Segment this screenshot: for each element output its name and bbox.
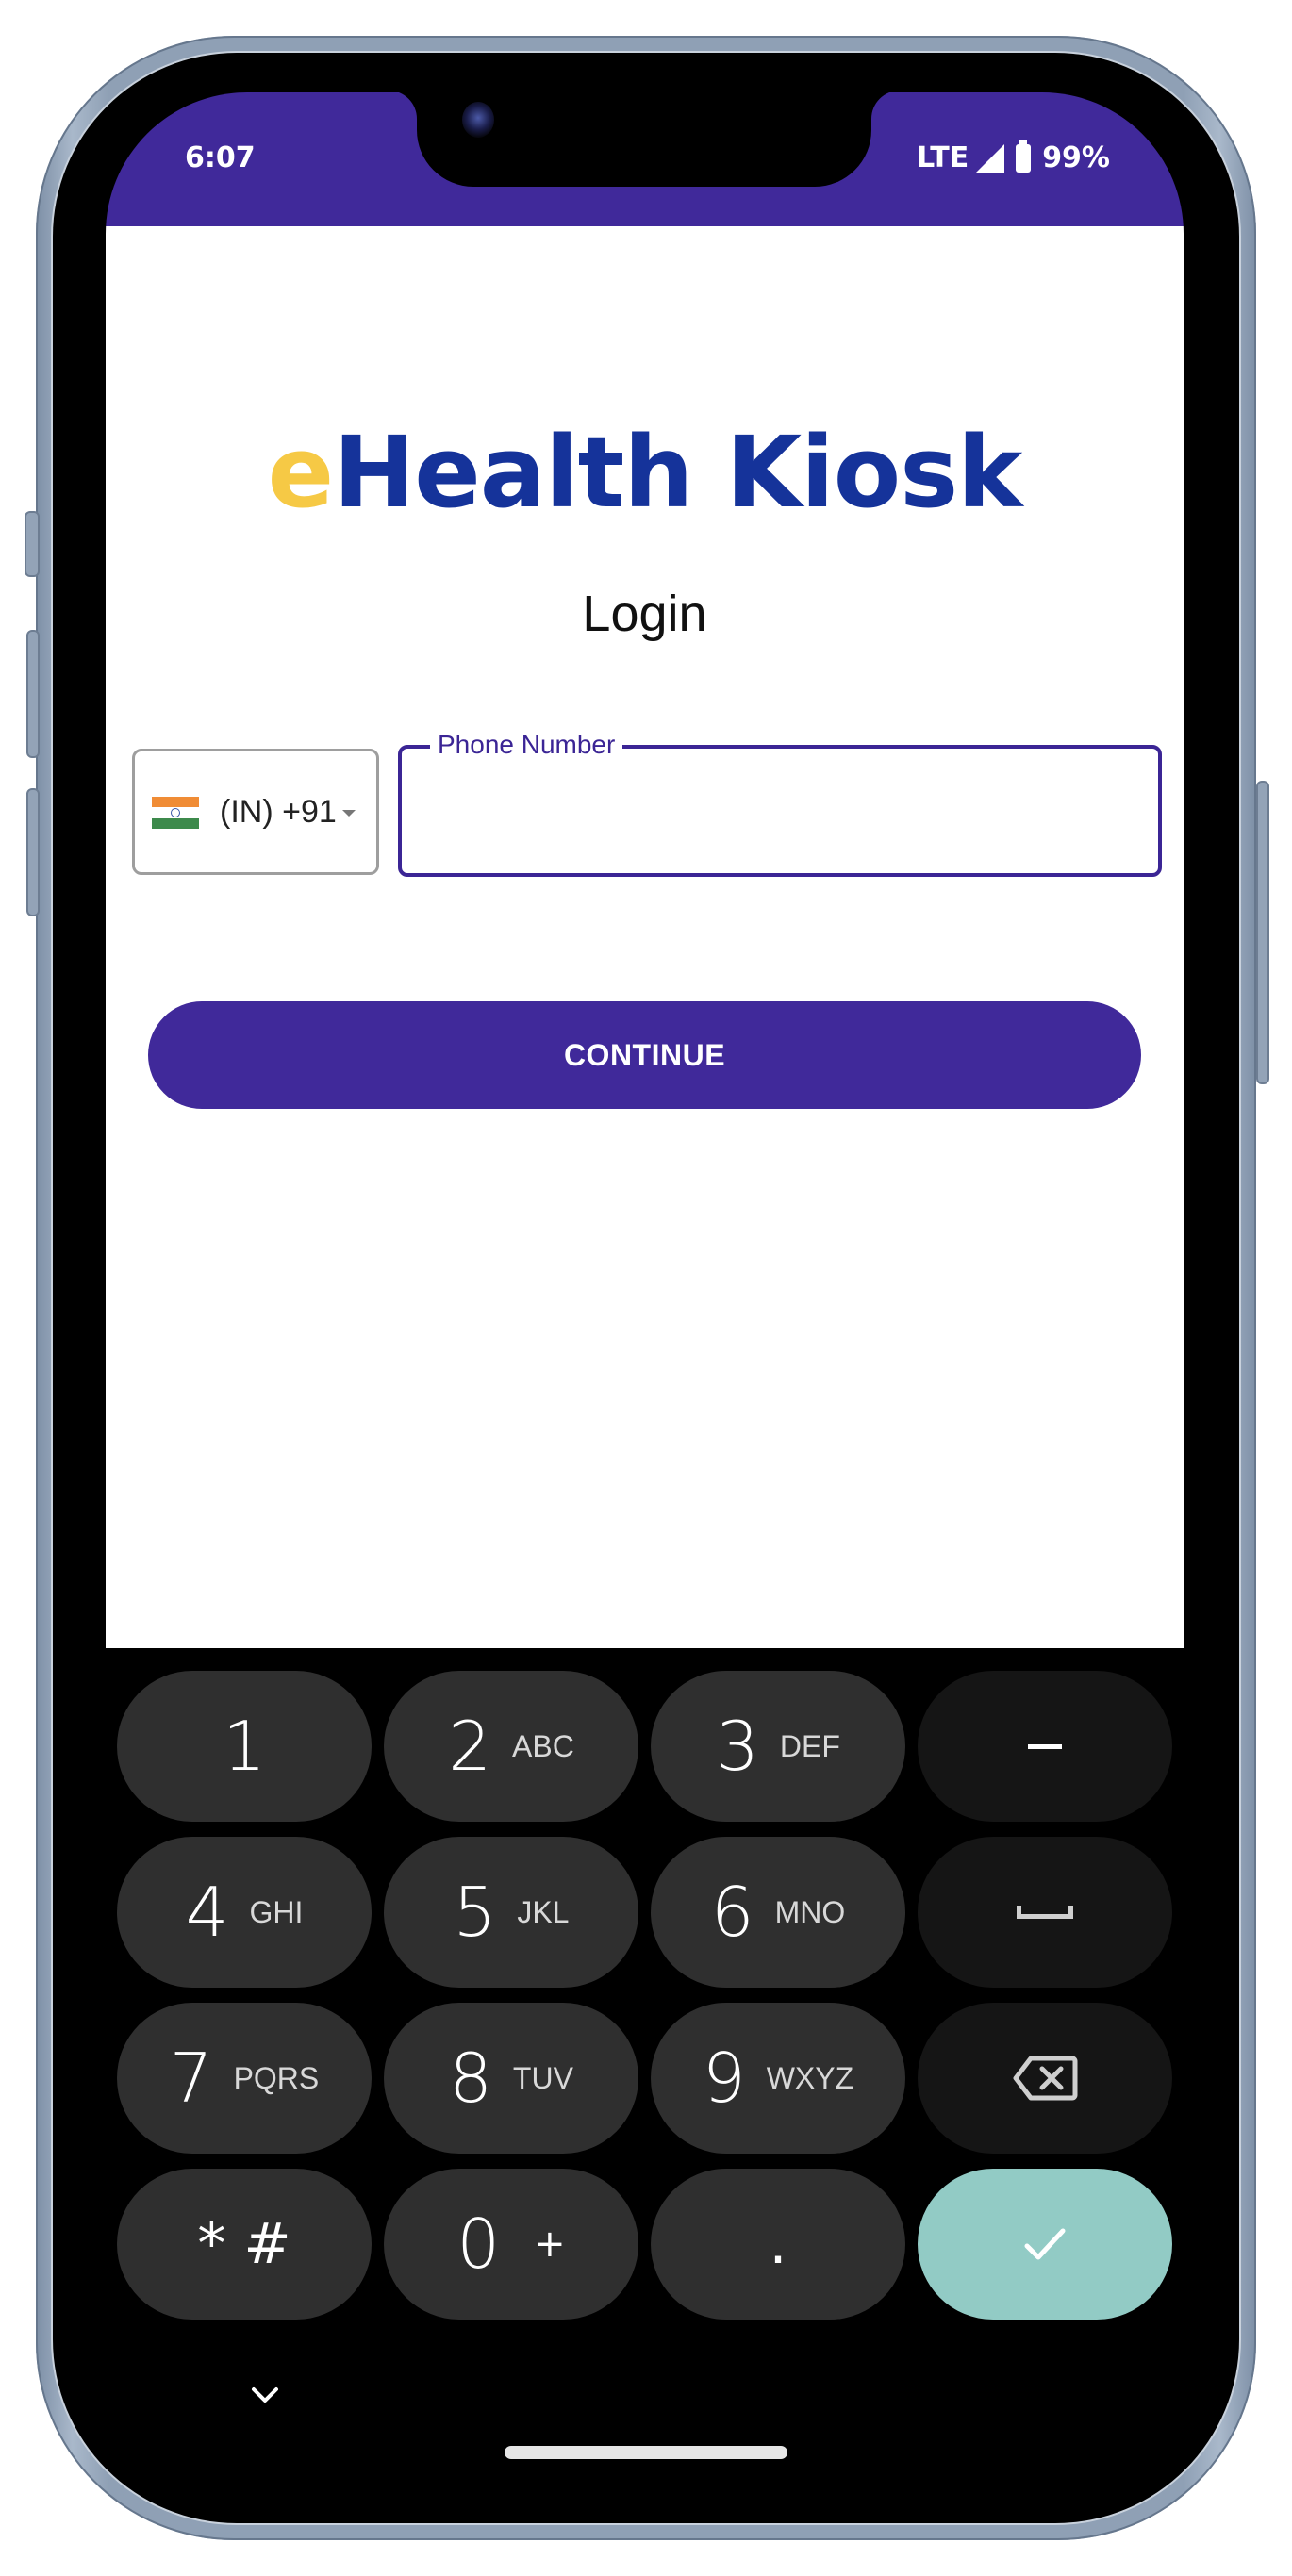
dropdown-caret-icon xyxy=(342,810,356,817)
chevron-down-icon[interactable] xyxy=(251,2386,279,2409)
key-space[interactable] xyxy=(918,1837,1172,1988)
key-0[interactable]: 0 + xyxy=(384,2169,638,2320)
backspace-icon xyxy=(1012,2055,1078,2102)
key-digit: 8 xyxy=(449,2039,492,2118)
key-letters: GHI xyxy=(249,1894,304,1929)
battery-icon xyxy=(1016,140,1032,173)
home-indicator[interactable] xyxy=(505,2446,787,2459)
phone-number-label: Phone Number xyxy=(430,730,623,760)
key-digit: 0 xyxy=(456,2204,501,2284)
status-time: 6:07 xyxy=(185,141,256,174)
key-digit: 6 xyxy=(710,1873,754,1952)
action-button xyxy=(25,511,40,577)
key-1[interactable]: 1 xyxy=(117,1671,372,1822)
logo-prefix: e xyxy=(267,415,335,530)
network-type: LTE xyxy=(917,141,969,174)
phone-number-field[interactable]: Phone Number xyxy=(398,730,1162,877)
key-digit: 7 xyxy=(169,2039,213,2118)
page-title: Login xyxy=(582,586,707,642)
key-5[interactable]: 5 JKL xyxy=(384,1837,638,1988)
key-letters: DEF xyxy=(779,1728,840,1763)
key-letters: MNO xyxy=(774,1894,846,1929)
key-digit: 2 xyxy=(448,1707,491,1786)
power-button xyxy=(1256,781,1269,1084)
key-digit: 1 xyxy=(223,1707,266,1786)
key-digit: 3 xyxy=(716,1707,759,1786)
key-8[interactable]: 8 TUV xyxy=(384,2003,638,2154)
key-backspace[interactable] xyxy=(918,2003,1172,2154)
key-letters: TUV xyxy=(512,2060,573,2095)
key-6[interactable]: 6 MNO xyxy=(651,1837,905,1988)
space-icon xyxy=(1017,1906,1073,1919)
key-period[interactable]: . xyxy=(651,2169,905,2320)
key-letters: PQRS xyxy=(233,2060,320,2095)
key-letters: ABC xyxy=(512,1728,574,1763)
front-camera-icon xyxy=(462,102,494,138)
key-letters: WXYZ xyxy=(766,2060,854,2095)
key-digit: 5 xyxy=(453,1873,497,1952)
continue-button[interactable]: CONTINUE xyxy=(148,1001,1141,1109)
display-notch xyxy=(417,92,871,187)
minus-icon xyxy=(1028,1743,1062,1749)
india-flag-icon xyxy=(152,797,199,829)
key-digit: * # xyxy=(197,2211,291,2277)
battery-level: 99% xyxy=(1042,141,1110,174)
key-done[interactable] xyxy=(918,2169,1172,2320)
phone-number-input[interactable] xyxy=(421,777,1141,845)
check-icon xyxy=(1021,2225,1068,2263)
key-2[interactable]: 2 ABC xyxy=(384,1671,638,1822)
key-letters: + xyxy=(534,2222,566,2266)
signal-icon xyxy=(976,143,1005,173)
key-7[interactable]: 7 PQRS xyxy=(117,2003,372,2154)
key-star-hash[interactable]: * # xyxy=(117,2169,372,2320)
key-digit: 4 xyxy=(185,1873,229,1952)
key-minus[interactable] xyxy=(918,1671,1172,1822)
country-code-select[interactable]: (IN) +91 xyxy=(132,749,379,875)
key-digit: . xyxy=(769,2211,787,2277)
login-screen: eHealth Kiosk Login (IN) +91 Phone Numbe… xyxy=(106,226,1184,1648)
numeric-keyboard: 1 2 ABC 3 DEF 4 GHI 5 JKL 6 MNO 7 PQRS 8… xyxy=(106,1648,1184,2482)
key-4[interactable]: 4 GHI xyxy=(117,1837,372,1988)
key-3[interactable]: 3 DEF xyxy=(651,1671,905,1822)
volume-down-button xyxy=(26,788,40,916)
app-logo: eHealth Kiosk xyxy=(106,415,1184,530)
status-indicators: LTE 99% xyxy=(917,140,1110,174)
key-letters: JKL xyxy=(517,1894,570,1929)
logo-text: Health Kiosk xyxy=(333,415,1022,530)
country-code-label: (IN) +91 xyxy=(220,794,337,830)
key-9[interactable]: 9 WXYZ xyxy=(651,2003,905,2154)
screen: 6:07 LTE 99% eHealth Kiosk Login (IN) +9… xyxy=(106,92,1184,2482)
volume-up-button xyxy=(26,630,40,758)
key-digit: 9 xyxy=(702,2039,746,2118)
